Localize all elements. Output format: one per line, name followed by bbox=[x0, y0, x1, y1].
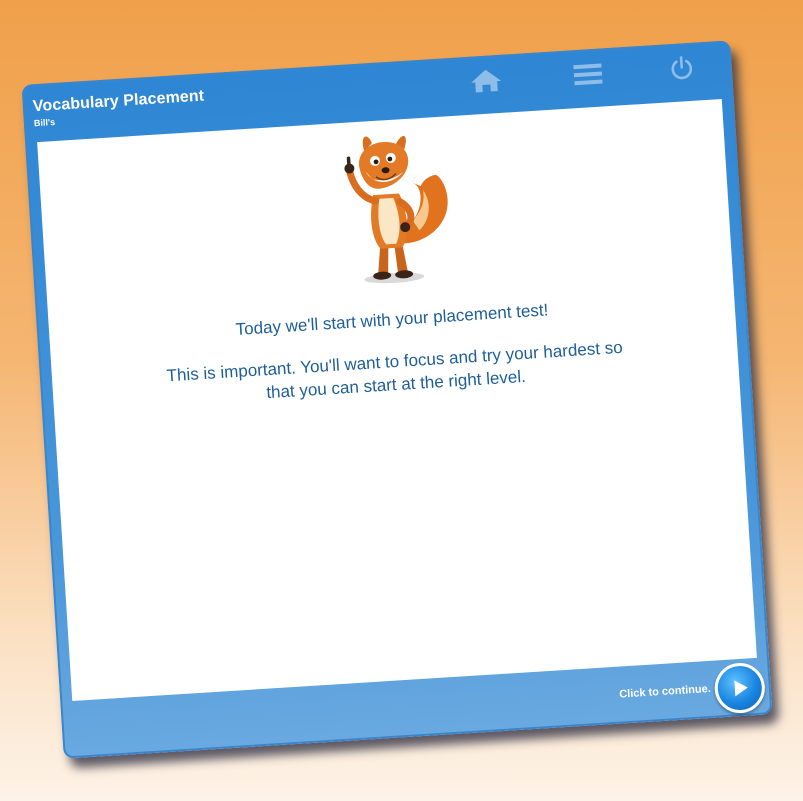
play-arrow-icon bbox=[734, 680, 748, 697]
app-window: Vocabulary Placement Bill's Today we'll … bbox=[21, 40, 773, 759]
stage: Vocabulary Placement Bill's Today we'll … bbox=[0, 0, 803, 801]
continue-label[interactable]: Click to continue. bbox=[619, 683, 711, 701]
home-button[interactable] bbox=[467, 65, 505, 97]
home-icon bbox=[471, 69, 502, 93]
menu-button[interactable] bbox=[569, 58, 607, 90]
power-icon bbox=[671, 56, 693, 80]
content-panel: Today we'll start with your placement te… bbox=[37, 99, 757, 701]
fox-mascot-image bbox=[344, 136, 448, 284]
continue-button[interactable] bbox=[713, 661, 767, 715]
menu-icon bbox=[573, 63, 603, 86]
power-button[interactable] bbox=[663, 52, 701, 84]
app-subtitle: Bill's bbox=[33, 116, 56, 129]
app-title: Vocabulary Placement bbox=[32, 87, 205, 116]
